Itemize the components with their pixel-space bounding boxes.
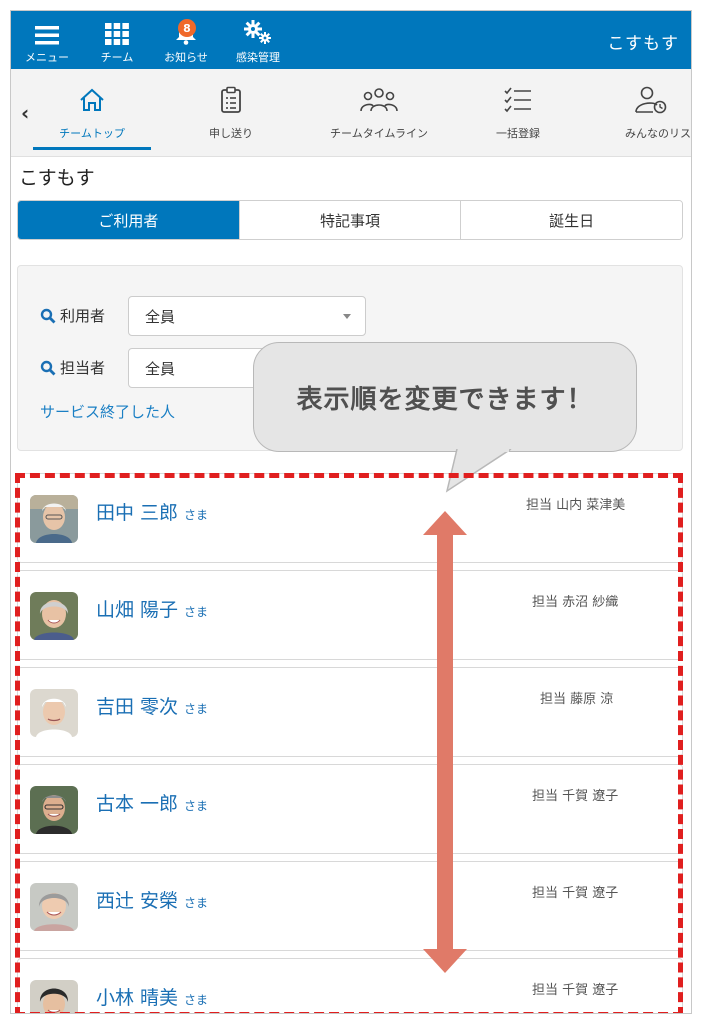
notice-count-badge: 8 (178, 19, 196, 37)
resident-name[interactable]: 古本 一郎 さま (96, 789, 208, 816)
team-label: チーム (100, 51, 134, 64)
reorder-callout: 表示順を変更できます！ (253, 342, 637, 452)
home-icon (79, 83, 105, 117)
resident-staff: 担当 千賀 遼子 (532, 886, 619, 901)
gears-icon (243, 11, 273, 45)
nav-tab-team-top[interactable]: チームトップ (33, 83, 151, 141)
resident-row[interactable]: 小林 晴美 さま 担当 千賀 遼子 (17, 958, 683, 1013)
resident-avatar (30, 786, 78, 834)
search-icon (40, 308, 56, 323)
notice-button[interactable]: 8 お知らせ (159, 11, 213, 69)
facility-name: こすもす (607, 34, 679, 54)
nav-tab-bulk-register[interactable]: 一括登録 (481, 83, 555, 141)
nav-active-indicator (33, 147, 151, 150)
menu-button[interactable]: メニュー (17, 11, 77, 69)
nav-tab-handover[interactable]: 申し送り (191, 83, 271, 141)
resident-name[interactable]: 吉田 零次 さま (96, 692, 208, 719)
resident-avatar (30, 980, 78, 1013)
nav-tab-everyone-list[interactable]: みんなのリス (615, 83, 691, 141)
resident-avatar (30, 883, 78, 931)
page-title: こすもす (19, 167, 95, 189)
callout-tail (445, 449, 512, 493)
infection-control-button[interactable]: 感染管理 (229, 11, 287, 69)
nav-tab-label: 一括登録 (496, 127, 540, 140)
resident-row[interactable]: 田中 三郎 さま 担当 山内 菜津美 (17, 473, 683, 563)
resident-staff: 担当 山内 菜津美 (526, 498, 626, 513)
nav-tab-label: チームタイムライン (330, 127, 428, 140)
app-frame: メニュー チーム 8 お知らせ 感染管理 こすもす ‹ チームトップ 申し送り … (10, 10, 692, 1014)
notice-label: お知らせ (164, 51, 208, 64)
resident-row[interactable]: 山畑 陽子 さま 担当 赤沼 紗織 (17, 570, 683, 660)
resident-avatar (30, 495, 78, 543)
infection-control-label: 感染管理 (236, 51, 280, 64)
ended-service-link[interactable]: サービス終了した人 (40, 401, 175, 422)
clipboard-icon (220, 83, 242, 117)
tab-residents[interactable]: ご利用者 (18, 201, 240, 239)
resident-name[interactable]: 田中 三郎 さま (96, 498, 208, 525)
resident-row[interactable]: 古本 一郎 さま 担当 千賀 遼子 (17, 764, 683, 854)
group-icon (360, 83, 398, 117)
user-filter-select[interactable]: 全員 (128, 296, 366, 336)
resident-staff: 担当 赤沼 紗織 (532, 595, 619, 610)
user-clock-icon (615, 83, 667, 117)
chevron-down-icon (343, 314, 351, 319)
view-tabs: ご利用者 特記事項 誕生日 (17, 200, 683, 240)
resident-name[interactable]: 西辻 安榮 さま (96, 886, 208, 913)
top-bar: メニュー チーム 8 お知らせ 感染管理 こすもす (11, 11, 691, 69)
resident-name[interactable]: 小林 晴美 さま (96, 983, 208, 1010)
hamburger-icon (35, 11, 59, 45)
nav-tab-team-timeline[interactable]: チームタイムライン (316, 83, 442, 141)
nav-back-icon[interactable]: ‹ (21, 101, 29, 125)
resident-row[interactable]: 西辻 安榮 さま 担当 千賀 遼子 (17, 861, 683, 951)
resident-avatar (30, 689, 78, 737)
resident-avatar (30, 592, 78, 640)
reorder-double-arrow-icon (423, 511, 467, 973)
resident-row[interactable]: 吉田 零次 さま 担当 藤原 涼 (17, 667, 683, 757)
resident-name[interactable]: 山畑 陽子 さま (96, 595, 208, 622)
menu-label: メニュー (25, 51, 69, 64)
tab-birthdays[interactable]: 誕生日 (461, 201, 682, 239)
team-nav-bar: ‹ チームトップ 申し送り チームタイムライン 一括登録 みんなのリス (11, 69, 691, 157)
nav-tab-label: みんなのリス (625, 127, 691, 140)
resident-staff: 担当 千賀 遼子 (532, 983, 619, 998)
tab-special-notes[interactable]: 特記事項 (239, 201, 462, 239)
staff-filter-label: 担当者 (40, 357, 105, 378)
grid-icon (105, 11, 129, 45)
resident-staff: 担当 藤原 涼 (540, 692, 614, 707)
team-button[interactable]: チーム (89, 11, 145, 69)
nav-tab-label: チームトップ (59, 127, 125, 140)
resident-staff: 担当 千賀 遼子 (532, 789, 619, 804)
checklist-icon (504, 83, 532, 117)
user-filter-label: 利用者 (40, 305, 105, 326)
search-icon (40, 360, 56, 375)
nav-tab-label: 申し送り (209, 127, 253, 140)
